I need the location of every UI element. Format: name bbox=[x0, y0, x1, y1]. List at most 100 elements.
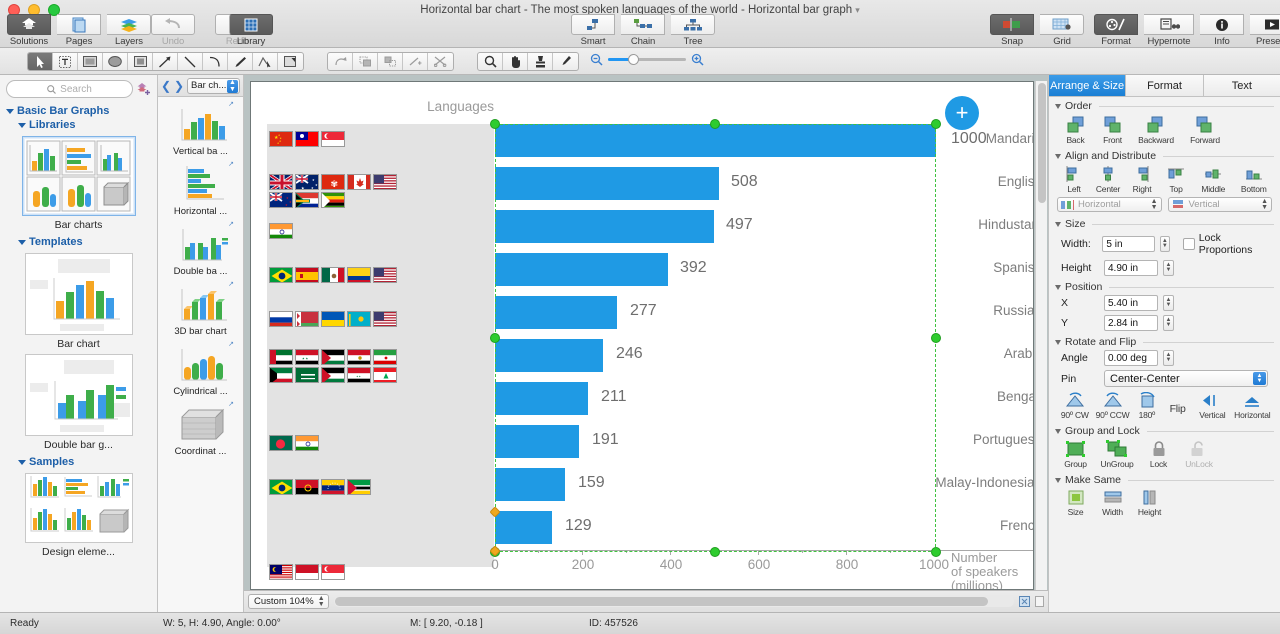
library-item-horizontal-bar[interactable]: ↗ Horizontal ... bbox=[158, 161, 243, 217]
disclosure-triangle-icon[interactable] bbox=[18, 460, 26, 465]
library-button[interactable]: Library bbox=[226, 14, 276, 48]
library-item-double-bar[interactable]: ↗ Double ba ... bbox=[158, 221, 243, 277]
stamp-tool[interactable] bbox=[528, 53, 553, 70]
snap-button[interactable]: Snap bbox=[987, 14, 1037, 48]
disclosure-triangle-icon[interactable] bbox=[1055, 285, 1061, 290]
bar-spanish[interactable] bbox=[495, 253, 668, 286]
disclosure-triangle-icon[interactable] bbox=[18, 123, 26, 128]
library-selector[interactable]: Bar ch... ▲▼ bbox=[187, 78, 240, 94]
shape-info-icon[interactable]: ↗ bbox=[228, 340, 234, 348]
shape-info-icon[interactable]: ↗ bbox=[228, 160, 234, 168]
shape-info-icon[interactable]: ↗ bbox=[228, 220, 234, 228]
grid-button[interactable]: Grid bbox=[1037, 14, 1087, 48]
zoom-slider-control[interactable] bbox=[590, 53, 704, 66]
rotate-tool[interactable] bbox=[328, 53, 353, 70]
flip-horizontal-button[interactable]: Horizontal bbox=[1231, 392, 1274, 420]
template-thumb-double-bar[interactable]: Double bar g... bbox=[4, 354, 153, 451]
same-size-button[interactable]: Size bbox=[1057, 489, 1094, 517]
page-preview-icon[interactable] bbox=[1035, 596, 1044, 607]
lock-proportions-row[interactable]: Lock Proportions bbox=[1183, 232, 1274, 256]
rotate-ccw-button[interactable]: 90º CCW bbox=[1093, 392, 1133, 420]
position-x-input[interactable]: 5.40 in bbox=[1104, 295, 1158, 311]
unlock-button[interactable]: UnLock bbox=[1177, 440, 1221, 469]
section-align-header[interactable]: Align and Distribute bbox=[1055, 150, 1274, 162]
arrow-tool[interactable] bbox=[153, 53, 178, 70]
disclosure-triangle-icon[interactable] bbox=[1055, 154, 1061, 159]
send-to-back-button[interactable]: Back bbox=[1057, 115, 1094, 145]
disclosure-triangle-icon[interactable] bbox=[1055, 104, 1061, 109]
bar-french[interactable] bbox=[495, 511, 552, 544]
position-x-stepper[interactable]: ▲▼ bbox=[1163, 295, 1174, 311]
disclosure-triangle-icon[interactable] bbox=[18, 240, 26, 245]
bar-bengali[interactable] bbox=[495, 382, 588, 415]
selection-handle-bottom-center[interactable] bbox=[710, 547, 720, 557]
tab-format[interactable]: Format bbox=[1126, 75, 1203, 97]
pointer-tool[interactable] bbox=[28, 53, 53, 70]
selection-handle-bottom-right[interactable] bbox=[931, 547, 941, 557]
zoom-slider-track[interactable] bbox=[608, 58, 686, 61]
ungroup-button[interactable]: UnGroup bbox=[1094, 440, 1140, 469]
tab-text[interactable]: Text bbox=[1204, 75, 1280, 97]
align-right-button[interactable]: Right bbox=[1125, 165, 1159, 194]
library-thumbnail-group[interactable]: Bar charts bbox=[4, 136, 153, 231]
sidebar-group-templates[interactable]: Templates bbox=[4, 236, 153, 248]
bezier-tool[interactable] bbox=[253, 53, 278, 70]
pages-button[interactable]: Pages bbox=[54, 14, 104, 48]
search-input[interactable]: Search bbox=[6, 80, 133, 98]
sidebar-group-libraries[interactable]: Libraries bbox=[4, 119, 153, 131]
bar-hindustani[interactable] bbox=[495, 210, 714, 243]
chevron-right-icon[interactable]: ❯ bbox=[174, 79, 184, 93]
bar-portuguese[interactable] bbox=[495, 425, 579, 458]
shape-info-icon[interactable]: ↗ bbox=[228, 100, 234, 108]
hand-tool[interactable] bbox=[503, 53, 528, 70]
zoom-out-icon[interactable] bbox=[590, 53, 603, 66]
align-center-button[interactable]: Center bbox=[1091, 165, 1125, 194]
disclosure-triangle-icon[interactable] bbox=[1055, 340, 1061, 345]
width-input[interactable]: 5 in bbox=[1102, 236, 1154, 252]
disclosure-triangle-icon[interactable] bbox=[6, 109, 14, 114]
rotate-180-button[interactable]: 180º bbox=[1133, 392, 1162, 420]
undo-button[interactable]: Undo bbox=[148, 14, 198, 48]
cut-tool[interactable] bbox=[428, 53, 453, 70]
bar-english[interactable] bbox=[495, 167, 719, 200]
line-tool[interactable] bbox=[178, 53, 203, 70]
rotate-cw-button[interactable]: 90º CW bbox=[1057, 392, 1093, 420]
group-button[interactable]: Group bbox=[1057, 440, 1094, 469]
pin-select[interactable]: Center-Center ▲▼ bbox=[1104, 370, 1268, 387]
selection-handle-top-center[interactable] bbox=[710, 119, 720, 129]
library-item-vertical-bar[interactable]: ↗ Vertical ba ... bbox=[158, 101, 243, 157]
canvas-vertical-scrollbar[interactable] bbox=[1035, 81, 1047, 590]
distribute-vertical-select[interactable]: Vertical ▲▼ bbox=[1168, 197, 1273, 212]
chain-connector-button[interactable]: Chain bbox=[618, 14, 668, 48]
tree-connector-button[interactable]: Tree bbox=[668, 14, 718, 48]
template-thumb-bar-chart[interactable]: Bar chart bbox=[4, 253, 153, 350]
stepper-arrows-icon[interactable]: ▲▼ bbox=[1151, 199, 1158, 211]
zoom-level-selector[interactable]: Custom 104% ▲▼ bbox=[248, 594, 329, 609]
height-input[interactable]: 4.90 in bbox=[1104, 260, 1158, 276]
selection-handle-top-right[interactable] bbox=[931, 119, 941, 129]
add-point-tool[interactable] bbox=[403, 53, 428, 70]
lock-proportions-checkbox[interactable] bbox=[1183, 238, 1195, 250]
rectangle-tool[interactable] bbox=[78, 53, 103, 70]
chevron-left-icon[interactable]: ❮ bbox=[161, 79, 171, 93]
frame-tool[interactable] bbox=[128, 53, 153, 70]
add-solution-icon[interactable] bbox=[137, 82, 151, 96]
canvas-horizontal-scrollbar[interactable] bbox=[334, 596, 1014, 607]
align-bottom-button[interactable]: Bottom bbox=[1234, 165, 1274, 194]
position-y-stepper[interactable]: ▲▼ bbox=[1163, 315, 1174, 331]
align-middle-button[interactable]: Middle bbox=[1193, 165, 1233, 194]
popup-arrows-icon[interactable]: ▲▼ bbox=[1253, 372, 1266, 385]
bar-malay-indonesian[interactable] bbox=[495, 468, 565, 501]
text-tool[interactable] bbox=[53, 53, 78, 70]
distribute-horizontal-select[interactable]: Horizontal ▲▼ bbox=[1057, 197, 1162, 212]
smart-connector-button[interactable]: Smart bbox=[568, 14, 618, 48]
shape-info-icon[interactable]: ↗ bbox=[228, 280, 234, 288]
add-shape-button[interactable]: + bbox=[945, 96, 979, 130]
zoom-slider-knob[interactable] bbox=[628, 54, 639, 65]
bar-russian[interactable] bbox=[495, 296, 617, 329]
disclosure-triangle-icon[interactable] bbox=[1055, 478, 1061, 483]
library-item-cylindrical[interactable]: ↗ Cylindrical ... bbox=[158, 341, 243, 397]
section-rotate-header[interactable]: Rotate and Flip bbox=[1055, 336, 1274, 348]
hypernote-button[interactable]: Hypernote bbox=[1141, 14, 1197, 48]
canvas-area[interactable]: Languages ★★★★★ ★★★★ ✾ bbox=[244, 75, 1048, 612]
